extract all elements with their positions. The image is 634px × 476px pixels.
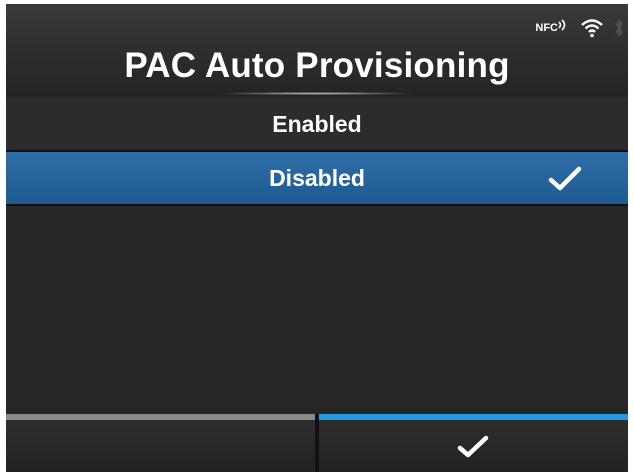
option-list: Enabled Disabled bbox=[6, 98, 628, 206]
selected-checkmark-icon bbox=[548, 166, 582, 191]
bluetooth-icon bbox=[615, 19, 624, 37]
confirm-softkey[interactable] bbox=[319, 414, 628, 472]
nfc-waves-icon bbox=[558, 19, 566, 31]
nfc-label: NFC bbox=[535, 22, 558, 34]
nfc-icon: NFC bbox=[535, 18, 570, 38]
title-underline-glow bbox=[216, 92, 416, 95]
printer-lcd-screen: NFC PAC Auto Provisioning Enabled Disabl… bbox=[6, 4, 628, 472]
option-label: Disabled bbox=[269, 165, 365, 191]
option-label: Enabled bbox=[272, 111, 362, 137]
wifi-icon bbox=[581, 19, 603, 38]
option-disabled[interactable]: Disabled bbox=[6, 152, 628, 206]
list-empty-area bbox=[6, 206, 628, 414]
page-title: PAC Auto Provisioning bbox=[124, 46, 510, 85]
softkey-bar bbox=[6, 414, 628, 472]
option-enabled[interactable]: Enabled bbox=[6, 98, 628, 152]
header: NFC PAC Auto Provisioning bbox=[6, 4, 628, 96]
status-icons: NFC bbox=[535, 18, 624, 38]
checkmark-icon bbox=[457, 435, 489, 458]
back-softkey[interactable] bbox=[6, 414, 315, 472]
